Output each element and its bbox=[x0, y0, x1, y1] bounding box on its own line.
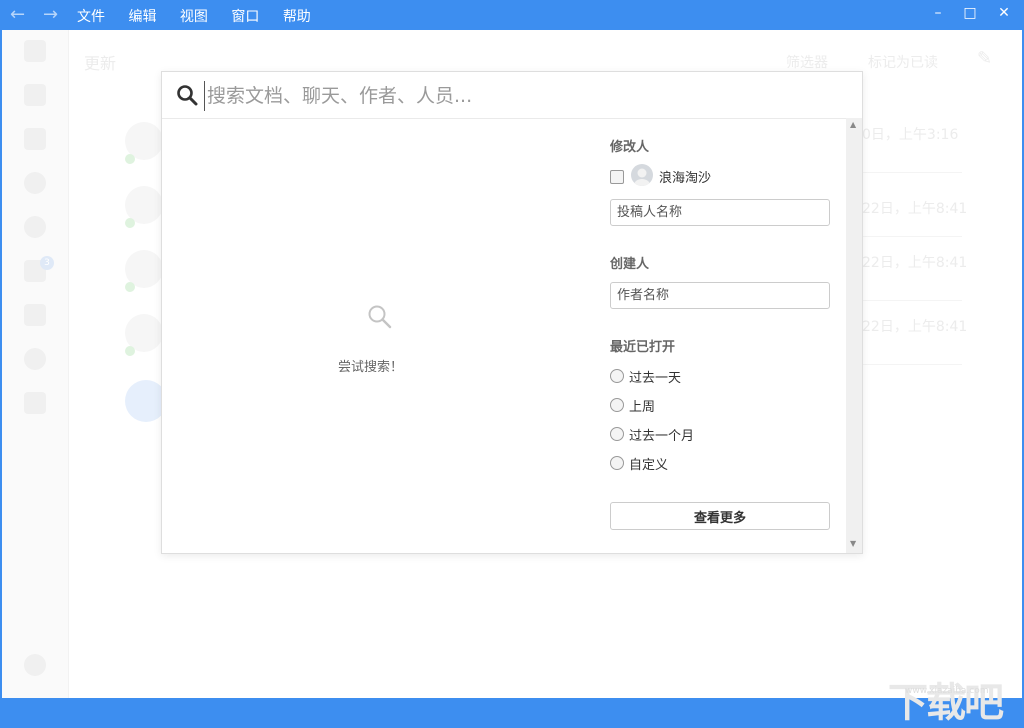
watermark-logo: 下载吧 bbox=[888, 680, 1004, 726]
modifier-title: 修改人 bbox=[610, 140, 650, 155]
radio-label: 过去一天 bbox=[629, 371, 682, 386]
divider bbox=[862, 364, 962, 365]
online-status-dot bbox=[125, 218, 135, 228]
online-status-dot bbox=[125, 154, 135, 164]
arrow-left-icon[interactable]: ← bbox=[10, 4, 25, 25]
divider bbox=[862, 236, 962, 237]
item-time: 22日，上午8:41 bbox=[862, 319, 968, 335]
item-time: 0日，上午3:16 bbox=[862, 127, 959, 143]
menu-file[interactable]: 文件 bbox=[77, 9, 105, 25]
radio-label: 过去一个月 bbox=[629, 429, 695, 444]
search-bar bbox=[162, 72, 862, 119]
calendar-icon[interactable] bbox=[24, 84, 46, 106]
search-panel: 尝试搜索！ 修改人 浪海淘沙 创建人 最近已打开 过去一天 上周 过去一个月 自… bbox=[161, 71, 863, 554]
compose-icon[interactable]: ✎ bbox=[977, 48, 992, 69]
radio-button[interactable] bbox=[610, 398, 624, 412]
item-time: 22日，上午8:41 bbox=[862, 255, 968, 271]
user-avatar-icon[interactable] bbox=[24, 654, 46, 676]
watermark-url: www.xiazaiba.com bbox=[905, 686, 989, 696]
notification-badge: 3 bbox=[40, 256, 54, 270]
menu-help[interactable]: 帮助 bbox=[283, 9, 311, 25]
bell-icon[interactable] bbox=[24, 172, 46, 194]
documents-icon[interactable] bbox=[24, 392, 46, 414]
menu-bar: 文件 编辑 视图 窗口 帮助 bbox=[77, 6, 330, 26]
apps-grid-icon[interactable] bbox=[24, 304, 46, 326]
radio-button[interactable] bbox=[610, 427, 624, 441]
divider bbox=[862, 172, 962, 173]
radio-button[interactable] bbox=[610, 369, 624, 383]
radio-label: 自定义 bbox=[629, 458, 669, 473]
modifier-checkbox[interactable] bbox=[610, 170, 624, 184]
updates-title: 更新 bbox=[84, 54, 117, 73]
scrollbar[interactable]: ▲ ▼ bbox=[846, 118, 862, 553]
creator-title: 创建人 bbox=[610, 257, 650, 272]
see-more-button[interactable]: 查看更多 bbox=[610, 502, 830, 530]
contributor-name-input[interactable] bbox=[610, 199, 830, 226]
recent-title: 最近已打开 bbox=[610, 340, 676, 355]
scroll-up-icon[interactable]: ▲ bbox=[850, 120, 856, 129]
divider bbox=[862, 300, 962, 301]
mark-read-button[interactable]: 标记为已读 bbox=[868, 52, 938, 72]
radio-button[interactable] bbox=[610, 456, 624, 470]
minimize-button[interactable]: – bbox=[928, 5, 948, 21]
online-status-dot bbox=[125, 346, 135, 356]
modifier-user-name: 浪海淘沙 bbox=[659, 171, 712, 186]
close-button[interactable]: ✕ bbox=[994, 5, 1014, 21]
maximize-button[interactable]: □ bbox=[960, 5, 980, 21]
menu-edit[interactable]: 编辑 bbox=[128, 9, 156, 25]
empty-state-text: 尝试搜索！ bbox=[338, 360, 404, 375]
clock-icon[interactable] bbox=[24, 216, 46, 238]
online-status-dot bbox=[125, 282, 135, 292]
search-icon bbox=[177, 85, 198, 106]
radio-label: 上周 bbox=[629, 400, 656, 415]
arrow-right-icon[interactable]: → bbox=[43, 4, 58, 25]
search-icon bbox=[368, 305, 392, 329]
inbox-icon[interactable] bbox=[24, 128, 46, 150]
menu-window[interactable]: 窗口 bbox=[231, 9, 259, 25]
user-avatar-icon bbox=[631, 164, 653, 186]
chat-icon[interactable] bbox=[24, 348, 46, 370]
menu-view[interactable]: 视图 bbox=[180, 9, 208, 25]
title-bar: ← → 文件 编辑 视图 窗口 帮助 – □ ✕ bbox=[0, 0, 1024, 30]
author-name-input[interactable] bbox=[610, 282, 830, 309]
search-icon[interactable] bbox=[24, 40, 46, 62]
scroll-down-icon[interactable]: ▼ bbox=[850, 539, 856, 548]
search-input[interactable] bbox=[204, 81, 849, 111]
sidebar: 3 bbox=[2, 30, 69, 698]
filter-dropdown[interactable]: 筛选器 bbox=[786, 52, 828, 72]
item-time: 22日，上午8:41 bbox=[862, 201, 968, 217]
